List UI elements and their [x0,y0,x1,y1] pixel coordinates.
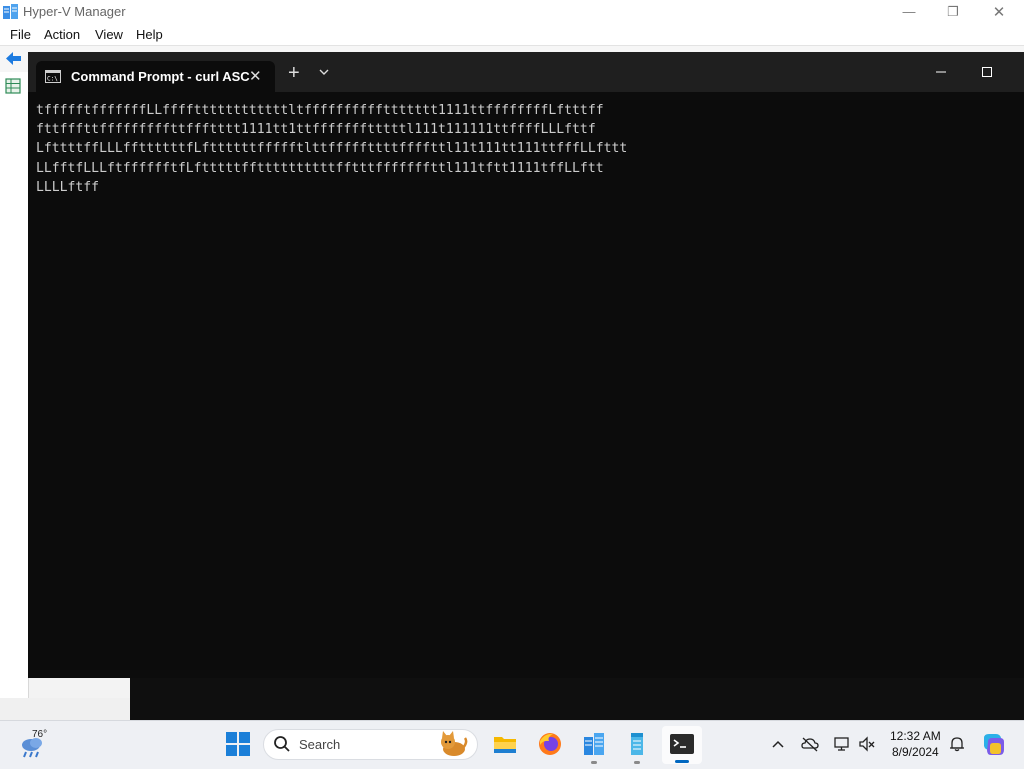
hyperv-window-title: Hyper-V Manager [23,4,126,19]
network-icon[interactable] [833,736,851,752]
volume-muted-icon[interactable] [858,736,876,752]
menu-view[interactable]: View [95,27,123,42]
hyperv-navigation-tree [0,72,29,698]
terminal-minimize-button[interactable] [926,60,956,84]
terminal-output-line: tffffftfffffffLLffffttttttttttttltffffff… [36,103,604,118]
hyperv-status-area [0,698,131,720]
search-label: Search [299,737,341,752]
tab-close-button[interactable]: ✕ [249,67,262,85]
back-arrow-icon[interactable] [5,51,22,66]
hyperv-titlebar: Hyper-V Manager — ❐ ✕ [0,0,1024,23]
copilot-icon[interactable] [980,732,1006,758]
hyperv-minimize-button[interactable]: — [886,0,932,23]
running-indicator [591,761,597,764]
svg-text:C:\: C:\ [47,76,58,83]
minimize-icon [936,71,946,73]
hyperv-restore-button[interactable]: ❐ [930,0,976,23]
terminal-icon[interactable] [669,731,695,757]
file-explorer-icon[interactable] [492,731,518,757]
tab-title: Command Prompt - curl ASC [71,69,250,84]
background-window-region [130,678,1024,720]
clock-date[interactable]: 8/9/2024 [892,745,939,759]
terminal-output-line: LLfftfLLLftfffffftfLftttttffttttttttttff… [36,160,604,176]
search-icon [274,736,290,752]
search-highlight-cat-icon [441,731,468,756]
menu-action[interactable]: Action [44,27,80,42]
server-manager-icon[interactable] [624,731,650,757]
new-tab-button[interactable]: + [288,63,300,83]
chevron-down-icon[interactable] [318,67,330,77]
menu-help[interactable]: Help [136,27,163,42]
hyper-v-manager-icon[interactable] [581,731,607,757]
clock-time[interactable]: 12:32 AM [890,729,941,743]
chevron-up-icon[interactable] [769,736,787,752]
hyperv-menubar: File Action View Help [0,23,1024,46]
terminal-output[interactable]: tffffftfffffffLLffffttttttttttttltffffff… [36,101,696,197]
command-prompt-icon: C:\ [45,70,61,83]
terminal-window: C:\ Command Prompt - curl ASC ✕ + tfffff… [28,52,1024,678]
tab-command-prompt[interactable]: C:\ Command Prompt - curl ASC ✕ [36,61,275,92]
windows-start-icon[interactable] [225,731,251,757]
maximize-icon [982,67,992,77]
menu-file[interactable]: File [10,27,31,42]
notification-bell-icon[interactable] [948,736,966,752]
hyperv-close-button[interactable]: ✕ [976,0,1022,23]
running-indicator [634,761,640,764]
hyperv-tree-node-icon[interactable] [5,78,21,94]
active-app-indicator [675,760,689,763]
terminal-output-line: LfttttffLLLffttttttfLfttttttffffftlttfff… [36,141,628,157]
weather-temperature[interactable]: 76° [32,729,47,740]
terminal-maximize-button[interactable] [972,60,1002,84]
onedrive-off-icon[interactable] [801,736,819,752]
hyperv-app-icon [3,4,18,19]
terminal-output-line: fttfffttfffffffffttffftttt1111tt1ttfffff… [36,122,596,138]
terminal-output-line: LLLLftff [36,179,100,195]
firefox-icon[interactable] [537,731,563,757]
terminal-tab-bar: C:\ Command Prompt - curl ASC ✕ + [28,52,1024,92]
